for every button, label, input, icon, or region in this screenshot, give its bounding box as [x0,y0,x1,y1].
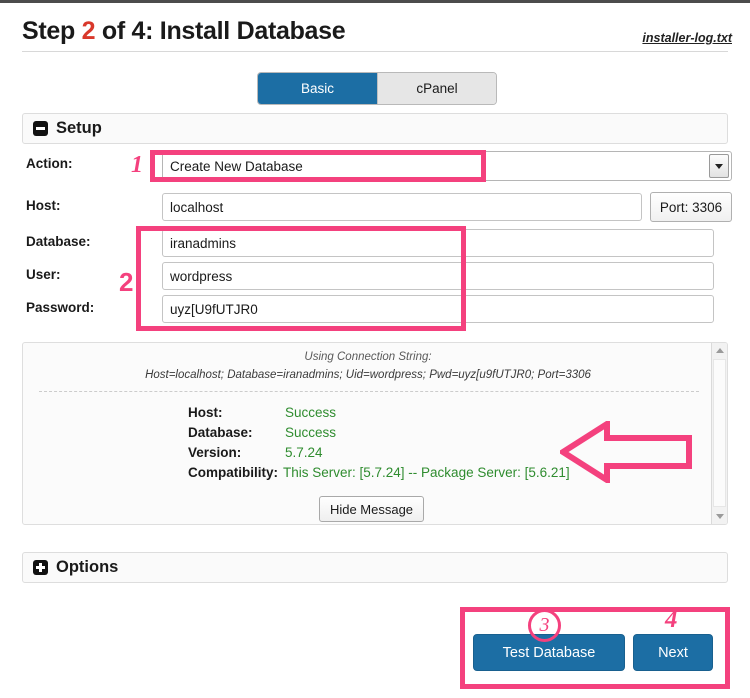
tab-basic[interactable]: Basic [258,73,377,104]
status-value-database: Success [285,425,337,440]
panel-divider [39,391,699,392]
connection-string-title: Using Connection String: [304,351,432,363]
status-value-host: Success [285,405,337,420]
status-row-compatibility: Compatibility: This Server: [5.7.24] -- … [188,465,570,485]
setup-panel-title: Setup [56,119,102,137]
next-button[interactable]: Next [633,634,713,671]
status-key-database: Database: [188,425,253,440]
action-select[interactable]: Create New Database [162,151,732,181]
tab-cpanel[interactable]: cPanel [377,73,496,104]
user-label: User: [26,267,61,282]
chevron-down-icon[interactable] [709,154,729,178]
status-value-version: 5.7.24 [285,445,323,460]
page-title-suffix: of 4: Install Database [95,17,346,45]
status-key-compatibility: Compatibility: [188,465,278,480]
password-input[interactable] [162,295,714,323]
host-input[interactable] [162,193,642,221]
action-select-value: Create New Database [170,158,303,174]
title-divider [22,51,728,52]
page-title: Step 2 of 4: Install Database [22,17,346,46]
panel-scrollbar[interactable] [711,343,727,524]
database-input[interactable] [162,229,714,257]
status-key-host: Host: [188,405,223,420]
status-row-version: Version: 5.7.24 [188,445,570,465]
port-button[interactable]: Port: 3306 [650,192,732,222]
database-label: Database: [26,234,91,249]
status-value-compatibility: This Server: [5.7.24] -- Package Server:… [283,465,570,480]
tab-bar: Basic cPanel [257,72,497,105]
host-label: Host: [26,198,61,213]
form-row-host: Host: Port: 3306 [22,192,732,222]
installer-page: Step 2 of 4: Install Database installer-… [0,0,750,698]
installer-log-link[interactable]: installer-log.txt [642,31,732,45]
connection-string-value: Host=localhost; Database=iranadmins; Uid… [145,369,591,381]
form-row-user: User: [22,262,728,290]
user-input[interactable] [162,262,714,290]
status-list: Host: Success Database: Success Version:… [188,405,570,485]
connection-result-panel: Using Connection String: Host=localhost;… [22,342,728,525]
form-row-password: Password: [22,295,728,323]
page-title-prefix: Step [22,17,82,45]
password-label: Password: [26,300,95,315]
test-database-button[interactable]: Test Database [473,634,625,671]
status-row-database: Database: Success [188,425,570,445]
annotation-number-4: 4 [665,606,678,633]
page-title-step-number: 2 [81,17,96,45]
scroll-down-icon[interactable] [712,509,727,524]
page-header: Step 2 of 4: Install Database installer-… [0,13,750,53]
options-panel-title: Options [56,558,119,576]
form-row-action: Action: Create New Database [22,151,732,181]
form-row-database: Database: [22,229,728,257]
setup-panel-header[interactable]: Setup [22,113,728,144]
status-row-host: Host: Success [188,405,570,425]
hide-message-button[interactable]: Hide Message [319,496,424,522]
minus-icon [33,121,48,136]
scroll-up-icon[interactable] [712,343,727,358]
status-key-version: Version: [188,445,242,460]
scrollbar-thumb[interactable] [713,359,726,507]
action-label: Action: [26,156,73,171]
options-panel-header[interactable]: Options [22,552,728,583]
plus-icon [33,560,48,575]
